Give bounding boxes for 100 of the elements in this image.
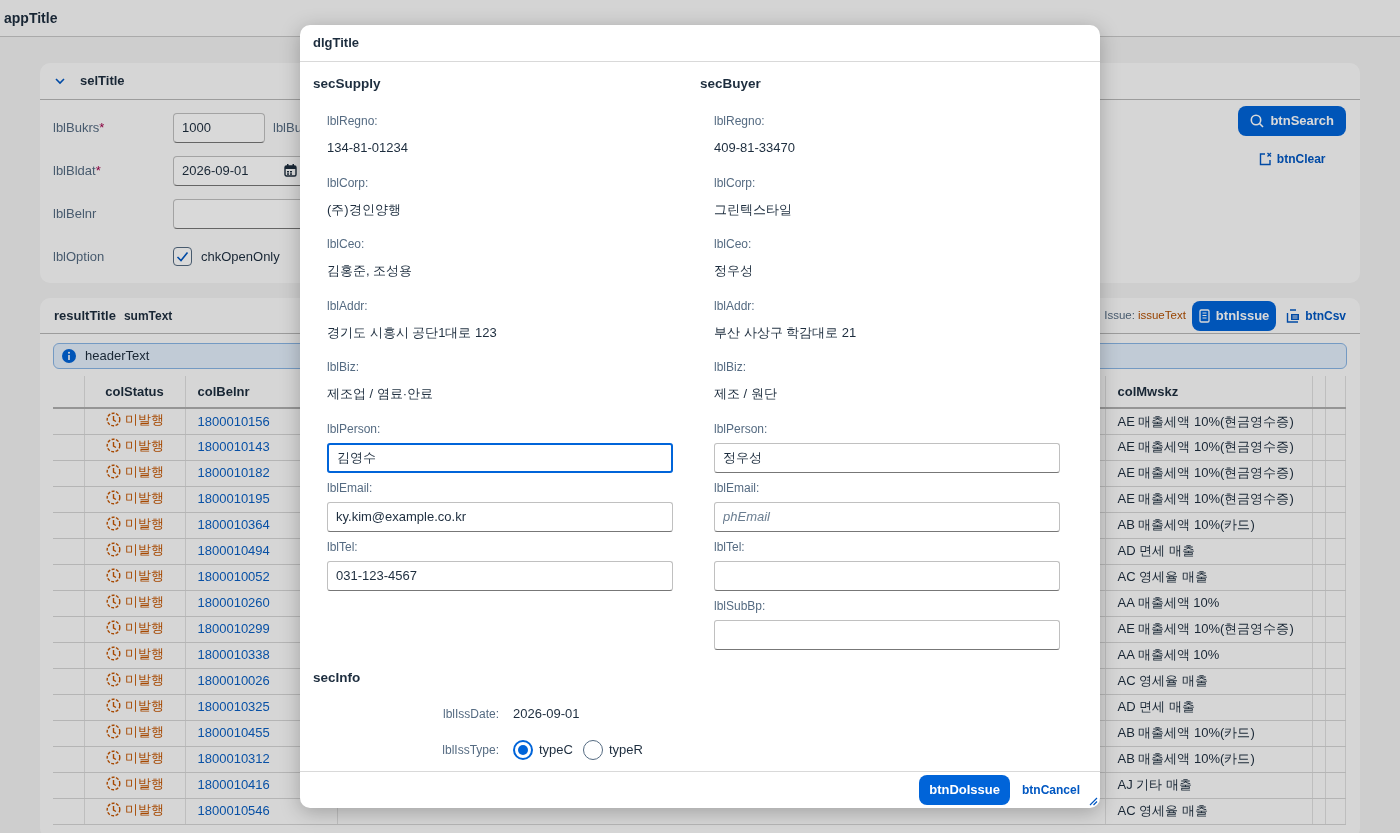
document-link[interactable]: 1800010338 [197,647,270,663]
table-cell: AA 매출세액 10% [1105,590,1312,616]
input-field[interactable] [714,560,1060,591]
radio-button[interactable] [513,740,533,760]
input-field[interactable]: 031-123-4567 [327,560,673,591]
field-label: lblSubBp: [714,597,767,615]
status-text: 미발행 [124,644,164,663]
field-value: 그린텍스타일 [714,200,793,219]
table-cell: AE 매출세액 10%(현금영수증) [1105,434,1312,460]
table-cell: AA 매출세액 10% [1105,642,1312,668]
document-link[interactable]: 1800010052 [197,569,270,585]
field-label: lblIssType: [441,742,500,759]
document-link[interactable]: 1800010325 [197,699,270,715]
table-cell: AB 매출세액 10%(카드) [1105,746,1312,772]
resize-grip-icon[interactable] [1088,796,1098,806]
checkbox[interactable] [173,247,192,266]
table-cell: AD 면세 매출 [1105,538,1312,564]
field-label: lblBldat* [53,161,102,180]
field-label: lblAddr: [714,297,756,315]
document-link[interactable]: 1800010416 [197,777,270,793]
field-label: lblBiz: [327,359,360,377]
clock-icon [105,437,121,453]
section-title: secBuyer [700,75,762,93]
field-label: lblCorp: [327,174,370,192]
clock-icon [105,749,121,765]
field-label: lblCorp: [714,174,757,192]
radio-label: typeR [608,741,643,760]
input-field[interactable]: 1000 [173,112,265,143]
document-link[interactable]: 1800010260 [197,595,270,611]
field-label: lblTel: [327,538,359,556]
document-link[interactable]: 1800010546 [197,803,270,819]
table-cell: AE 매출세액 10%(현금영수증) [1105,460,1312,486]
table-cell: AE 매출세액 10%(현금영수증) [1105,616,1312,642]
status-text: 미발행 [124,800,164,819]
radio-label: typeC [539,741,573,760]
table-cell: AC 영세율 매출 [1105,564,1312,590]
status-text: 미발행 [124,748,164,767]
field-label: lblBiz: [714,359,747,377]
action-button[interactable]: btnCsv [1280,300,1346,331]
action-button[interactable]: btnDoIssue [919,775,1010,805]
field-value: 김홍준, 조성용 [327,262,414,281]
summary-text: sumText [123,307,173,325]
clock-icon [105,412,121,428]
document-link[interactable]: 1800010312 [197,751,270,767]
document-link[interactable]: 1800010156 [197,413,270,429]
table-cell: AC 영세율 매출 [1105,668,1312,694]
field-value: 제조 / 원단 [714,385,778,404]
action-button[interactable]: btnIssue [1191,300,1277,331]
status-text: 미발행 [124,462,164,481]
input-field[interactable]: 김영수 [327,442,673,473]
panel-title: resultTitle [54,306,116,325]
clock-icon [105,775,121,791]
issue-label: Issue: [1104,307,1135,323]
document-link[interactable]: 1800010299 [197,621,270,637]
table-cell: AC 영세율 매출 [1105,798,1312,824]
document-link[interactable]: 1800010494 [197,543,270,559]
document-link[interactable]: 1800010182 [197,465,270,481]
clock-icon [105,489,121,505]
action-button[interactable]: btnSearch [1238,106,1346,136]
document-link[interactable]: 1800010143 [197,439,270,455]
field-label: lblOption [53,247,106,266]
section-title: secInfo [313,668,362,687]
field-value: 409-81-33470 [714,139,796,158]
clock-icon [105,645,121,661]
document-link[interactable]: 1800010026 [197,673,270,689]
status-text: 미발행 [124,774,164,793]
status-text: 미발행 [124,540,164,559]
field-label: lblCeo: [714,236,753,254]
clock-icon [105,671,121,687]
input-field[interactable] [714,619,1060,650]
action-button[interactable]: btnClear [1252,144,1332,174]
field-value: 134-81-01234 [327,139,409,158]
clock-icon [105,515,121,531]
dialog-title: dlgTitle [313,34,359,53]
input-field[interactable]: 정우성 [714,442,1060,473]
field-label: lblBelnr [53,204,98,223]
input-field[interactable]: phEmail [714,501,1060,532]
action-button[interactable]: btnCancel [1016,775,1086,805]
field-label: lblRegno: [327,113,379,131]
document-link[interactable]: 1800010455 [197,725,270,741]
field-value: 정우성 [714,262,754,281]
chevron-icon[interactable] [54,75,66,87]
document-link[interactable]: 1800010364 [197,517,270,533]
field-label: lblEmail: [327,479,374,497]
calendar-icon[interactable] [284,163,297,177]
clock-icon [105,463,121,479]
column-header: colStatus [84,376,185,408]
clock-icon [105,697,121,713]
clock-icon [105,723,121,739]
status-text: 미발행 [124,436,164,455]
info-text: headerText [85,347,150,366]
field-label: lblPerson: [714,420,769,438]
table-cell: AD 면세 매출 [1105,694,1312,720]
document-icon [1198,308,1210,323]
table-cell: AE 매출세액 10%(현금영수증) [1105,486,1312,512]
clock-icon [105,619,121,635]
input-field[interactable]: ky.kim@example.co.kr [327,501,673,532]
check-icon [176,251,189,262]
document-link[interactable]: 1800010195 [197,491,270,507]
status-text: 미발행 [124,592,164,611]
